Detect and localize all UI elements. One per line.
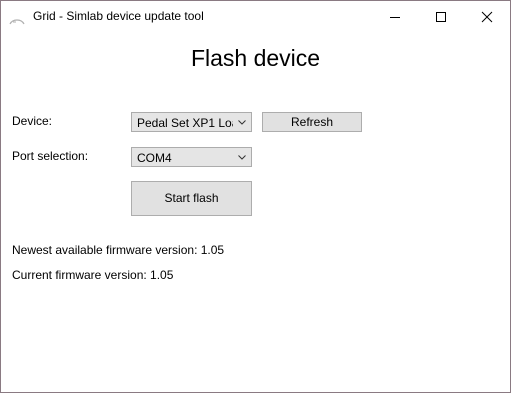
maximize-button[interactable] <box>418 1 464 32</box>
maximize-icon <box>436 12 446 22</box>
gamepad-icon <box>9 13 25 25</box>
chevron-down-icon <box>233 148 251 166</box>
current-firmware-version: Current firmware version: 1.05 <box>12 268 174 282</box>
window-title: Grid - Simlab device update tool <box>33 9 204 23</box>
device-select-value: Pedal Set XP1 Loa <box>137 116 239 130</box>
refresh-button[interactable]: Refresh <box>262 112 362 132</box>
minimize-icon <box>390 17 400 18</box>
port-select[interactable]: COM4 <box>131 147 252 167</box>
title-bar[interactable]: Grid - Simlab device update tool <box>1 1 510 32</box>
start-flash-button[interactable]: Start flash <box>131 181 252 216</box>
chevron-down-icon <box>233 113 251 131</box>
app-window: Grid - Simlab device update tool Flash d… <box>0 0 511 393</box>
port-selection-label: Port selection: <box>12 149 89 163</box>
close-icon <box>481 11 493 23</box>
device-label: Device: <box>12 114 53 128</box>
device-select[interactable]: Pedal Set XP1 Loa <box>131 112 252 132</box>
newest-firmware-version: Newest available firmware version: 1.05 <box>12 243 225 257</box>
minimize-button[interactable] <box>372 1 418 32</box>
page-title: Flash device <box>190 45 321 71</box>
port-select-value: COM4 <box>137 151 172 165</box>
close-button[interactable] <box>464 1 510 32</box>
